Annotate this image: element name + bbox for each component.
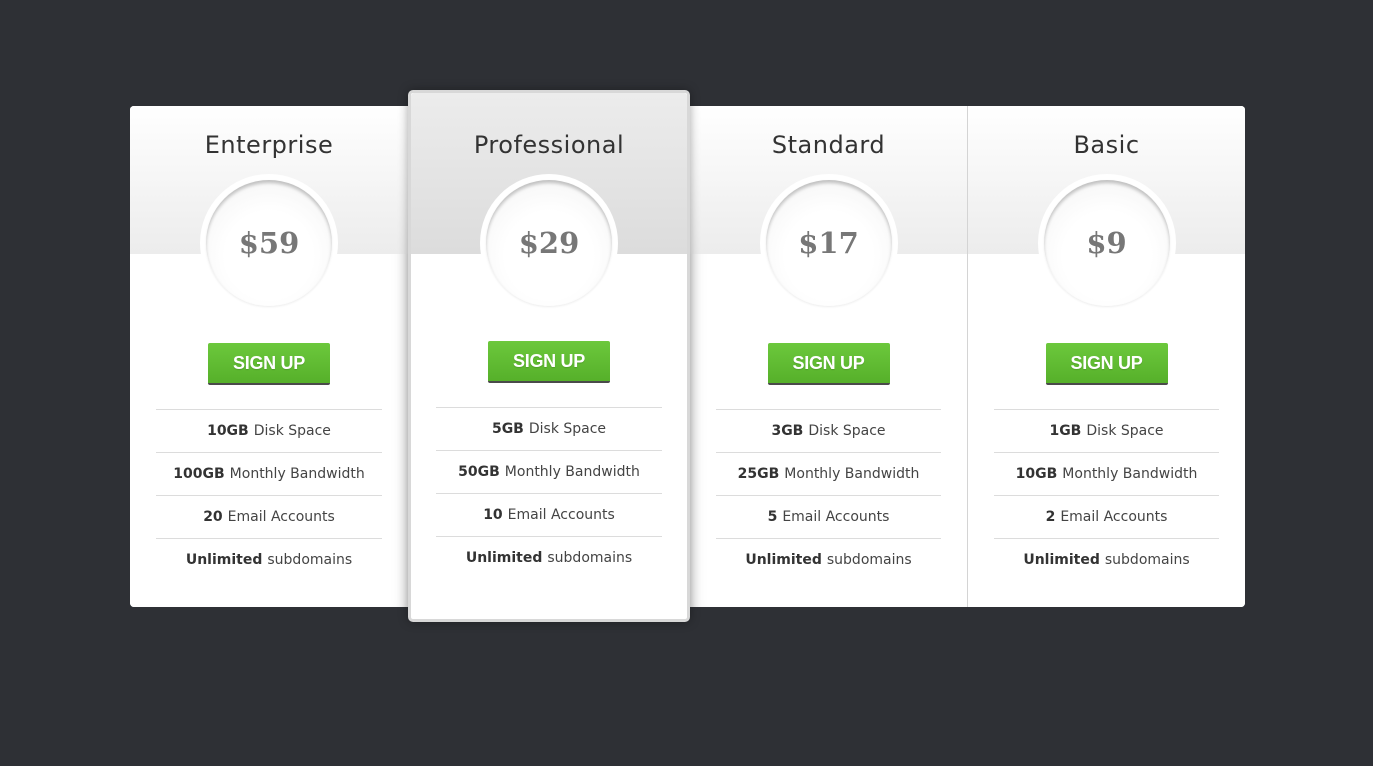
plan-title: Enterprise — [204, 131, 334, 159]
price-badge: $29 — [480, 174, 618, 312]
plan-professional: Professional $29 SIGN UP 5GB Disk Space 5… — [408, 90, 690, 622]
feature-list: 5GB Disk Space 50GB Monthly Bandwidth 10 Em… — [436, 407, 662, 579]
feature-item: 2 Email Accounts — [994, 495, 1219, 538]
price-badge: $59 — [200, 174, 338, 312]
feature-list: 10GB Disk Space 100GB Monthly Bandwidth 20… — [156, 409, 382, 581]
plan-enterprise: Enterprise $59 SIGN UP 10GB Disk Space 10… — [130, 106, 408, 607]
plan-price: $29 — [518, 226, 580, 260]
price-badge: $9 — [1037, 174, 1176, 312]
feature-item: 20 Email Accounts — [156, 495, 382, 538]
feature-item: 25GB Monthly Bandwidth — [716, 452, 941, 495]
plan-title: Professional — [473, 131, 625, 159]
plan-price: $59 — [238, 226, 300, 260]
plan-title: Basic — [1073, 131, 1140, 159]
price-badge: $17 — [759, 174, 898, 312]
feature-item: Unlimited subdomains — [436, 536, 662, 579]
plan-price: $9 — [1086, 226, 1127, 260]
feature-item: 10GB Monthly Bandwidth — [994, 452, 1219, 495]
feature-item: 10GB Disk Space — [156, 409, 382, 452]
signup-button[interactable]: SIGN UP — [1045, 343, 1168, 385]
feature-item: 10 Email Accounts — [436, 493, 662, 536]
feature-list: 3GB Disk Space 25GB Monthly Bandwidth 5 Ema… — [716, 409, 941, 581]
feature-list: 1GB Disk Space 10GB Monthly Bandwidth 2 Ema… — [994, 409, 1219, 581]
feature-item: 5GB Disk Space — [436, 407, 662, 450]
signup-button[interactable]: SIGN UP — [208, 343, 330, 385]
signup-button[interactable]: SIGN UP — [767, 343, 890, 385]
plan-basic: Basic $9 SIGN UP 1GB Disk Space 10GB Month… — [968, 106, 1245, 607]
signup-button[interactable]: SIGN UP — [488, 341, 610, 383]
feature-item: Unlimited subdomains — [994, 538, 1219, 581]
feature-item: Unlimited subdomains — [716, 538, 941, 581]
feature-item: 3GB Disk Space — [716, 409, 941, 452]
plan-title: Standard — [771, 131, 886, 159]
feature-item: 100GB Monthly Bandwidth — [156, 452, 382, 495]
plan-price: $17 — [798, 226, 859, 260]
plan-standard: Standard $17 SIGN UP 3GB Disk Space 25GB M… — [690, 106, 968, 607]
feature-item: 1GB Disk Space — [994, 409, 1219, 452]
feature-item: 5 Email Accounts — [716, 495, 941, 538]
feature-item: 50GB Monthly Bandwidth — [436, 450, 662, 493]
feature-item: Unlimited subdomains — [156, 538, 382, 581]
